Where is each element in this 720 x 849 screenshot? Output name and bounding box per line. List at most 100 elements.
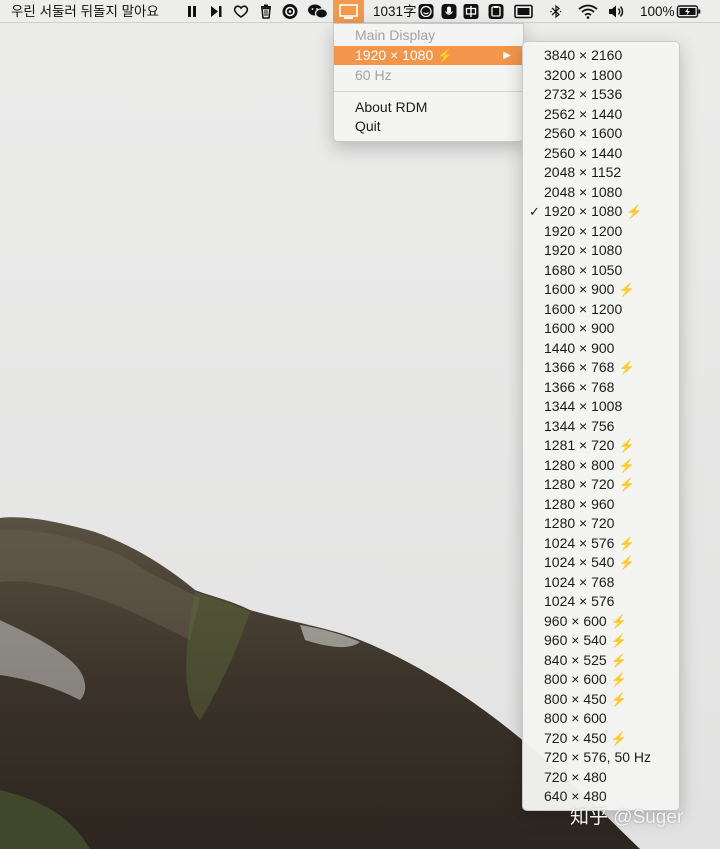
resolution-item[interactable]: 1344 × 1008 [523,397,679,417]
chinese-input-icon[interactable] [462,3,480,20]
bluetooth-icon[interactable] [547,3,565,20]
volume-icon[interactable] [607,3,627,20]
hidpi-bolt-icon: ⚡ [610,691,627,707]
resolution-label: 720 × 450 [544,729,607,746]
battery-percent[interactable]: 100% [640,0,675,23]
wifi-icon[interactable] [577,3,599,20]
resolution-item[interactable]: 720 × 450 ⚡ [523,729,679,749]
resolution-item[interactable]: 1024 × 768 [523,573,679,593]
battery-charging-icon[interactable] [676,3,702,20]
now-playing-title[interactable]: 우린 서둘러 뒤돌지 말아요 [11,0,159,23]
resolution-label: 1600 × 900 [544,281,615,297]
menu-bar: 우린 서둘러 뒤돌지 말아요 1031字 100% [0,0,720,23]
refresh-rate-label: 60 Hz [355,67,392,83]
word-count-indicator[interactable]: 1031字 [373,0,417,23]
display-name-header: Main Display [334,26,523,45]
resolution-item[interactable]: 1280 × 960 [523,495,679,515]
resolution-item[interactable]: 3200 × 1800 [523,66,679,86]
resolution-label: 1920 × 1080 [544,203,623,219]
resolution-item[interactable]: 720 × 576, 50 Hz [523,748,679,768]
wechat-icon[interactable] [307,3,329,20]
about-rdm-item[interactable]: About RDM [334,98,523,117]
resolution-item[interactable]: 800 × 600 [523,709,679,729]
resolution-label: 1280 × 960 [544,495,615,512]
resolution-item[interactable]: 960 × 600 ⚡ [523,612,679,632]
resolution-item[interactable]: 1281 × 720 ⚡ [523,436,679,456]
resolution-label: 1344 × 1008 [544,398,623,414]
resolution-label: 2562 × 1440 [544,105,623,122]
resolution-item[interactable]: 2732 × 1536 [523,85,679,105]
display-name-label: Main Display [355,27,436,43]
resolution-label: 1024 × 768 [544,573,615,590]
emoji-icon[interactable] [417,3,435,20]
resolution-item[interactable]: 2560 × 1600 [523,124,679,144]
trash-icon[interactable] [257,3,275,20]
resolution-item[interactable]: 840 × 525 ⚡ [523,651,679,671]
resolution-label: 1366 × 768 [544,378,615,395]
checkmark-icon: ✓ [529,204,540,219]
next-track-icon[interactable] [207,3,225,20]
resolution-label: 2048 × 1152 [544,164,622,180]
resolution-item[interactable]: 1366 × 768 [523,378,679,398]
resolution-label: 1366 × 768 [544,359,615,375]
resolution-item[interactable]: 1440 × 900 [523,339,679,359]
resolution-label: 3840 × 2160 [544,47,623,63]
resolution-item[interactable]: 2048 × 1080 [523,183,679,203]
resolution-item[interactable]: 1680 × 1050 [523,261,679,281]
hidpi-bolt-icon: ⚡ [626,204,643,219]
resolution-item[interactable]: 3840 × 2160 [523,46,679,66]
submenu-arrow-icon: ▶ [503,50,511,61]
resolution-item[interactable]: 2562 × 1440 [523,105,679,125]
resolution-item[interactable]: 1600 × 1200 [523,300,679,320]
hidpi-bolt-icon: ⚡ [610,672,627,687]
resolution-label: 1600 × 1200 [544,300,623,317]
hidpi-bolt-icon: ⚡ [618,360,635,375]
netease-music-icon[interactable] [281,3,299,20]
resolution-item[interactable]: 1280 × 720 [523,514,679,534]
heart-icon[interactable] [232,3,250,20]
resolution-label: 1024 × 576 [544,593,615,609]
resolution-item[interactable]: 2048 × 1152 [523,163,679,183]
quit-item[interactable]: Quit [334,117,523,136]
resolution-item[interactable]: 1024 × 576 ⚡ [523,534,679,554]
display-icon[interactable] [333,0,364,23]
zhihu-watermark: 知乎 @Suger [570,807,684,828]
resolution-item[interactable]: 800 × 600 ⚡ [523,670,679,690]
resolution-item[interactable]: 1344 × 756 [523,417,679,437]
current-resolution-item[interactable]: 1920 × 1080 ⚡ ▶ [334,46,523,65]
hidpi-bolt-icon: ⚡ [610,730,627,746]
resolution-item[interactable]: 720 × 480 [523,768,679,788]
resolution-label: 800 × 450 [544,690,607,707]
resolution-label: 800 × 600 [544,671,607,687]
quit-label: Quit [355,118,381,134]
resolution-label: 2560 × 1600 [544,125,623,141]
hidpi-bolt-icon: ⚡ [618,477,635,492]
resolution-item[interactable]: 1600 × 900 [523,319,679,339]
resolution-item[interactable]: 800 × 450 ⚡ [523,690,679,710]
screen-icon[interactable] [513,3,535,20]
resolution-item[interactable]: 1366 × 768 ⚡ [523,358,679,378]
hidpi-bolt-icon: ⚡ [618,438,635,453]
resolution-item[interactable]: ✓ 1920 × 1080 ⚡ [523,202,679,222]
resolution-label: 1024 × 576 [544,534,615,551]
resolution-label: 1281 × 720 [544,437,615,453]
resolution-item[interactable]: 2560 × 1440 [523,144,679,164]
resolution-label: 1440 × 900 [544,339,615,356]
resolution-item[interactable]: 1280 × 800 ⚡ [523,456,679,476]
resolution-label: 1920 × 1200 [544,222,623,239]
resolution-item[interactable]: 960 × 540 ⚡ [523,631,679,651]
resolution-item[interactable]: 1600 × 900 ⚡ [523,280,679,300]
resolution-item[interactable]: 1024 × 576 [523,592,679,612]
resolution-label: 840 × 525 [544,651,607,668]
hidpi-bolt-icon: ⚡ [618,282,635,297]
microphone-icon[interactable] [440,3,458,20]
resolution-item[interactable]: 1024 × 540 ⚡ [523,553,679,573]
resolution-item[interactable]: 1280 × 720 ⚡ [523,475,679,495]
pause-icon[interactable] [183,3,201,20]
hidpi-bolt-icon: ⚡ [618,535,635,551]
resolution-label: 1280 × 800 [544,456,615,473]
clipboard-icon[interactable] [487,3,505,20]
resolution-item[interactable]: 1920 × 1080 [523,241,679,261]
resolution-item[interactable]: 1920 × 1200 [523,222,679,242]
resolution-label: 2732 × 1536 [544,86,623,102]
